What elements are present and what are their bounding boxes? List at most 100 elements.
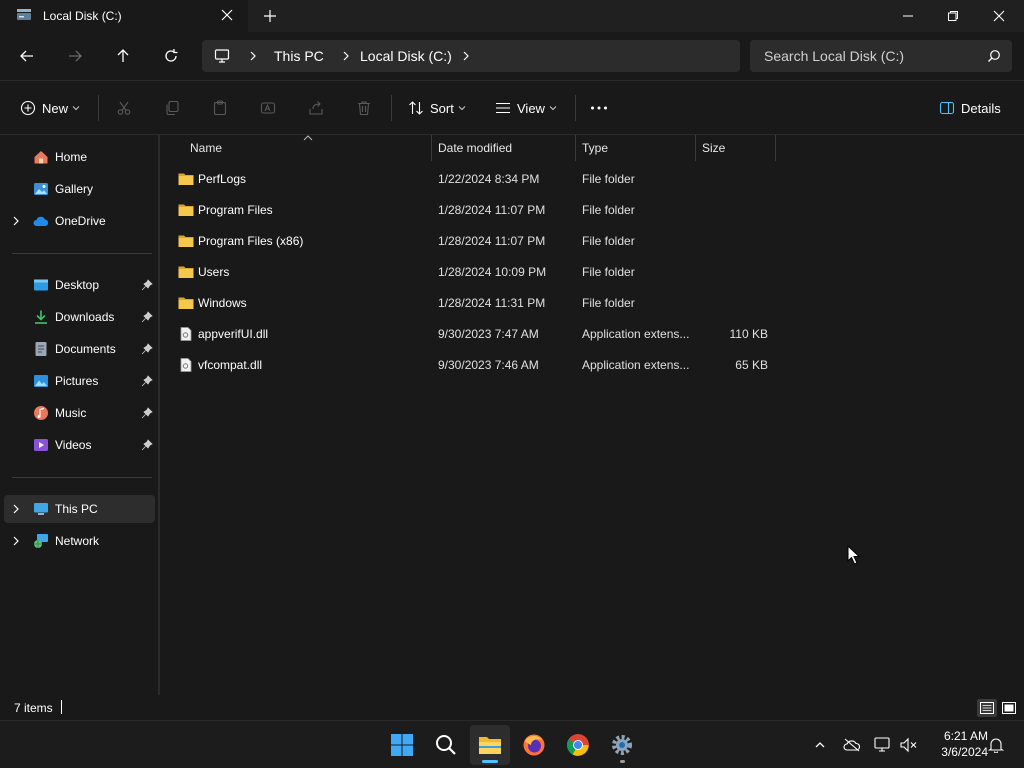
file-date-modified: 9/30/2023 7:47 AM bbox=[438, 327, 539, 341]
chevron-up-icon bbox=[815, 742, 825, 748]
pin-icon[interactable] bbox=[141, 407, 153, 419]
column-header-date[interactable]: Date modified bbox=[432, 135, 576, 161]
new-tab-icon[interactable] bbox=[262, 8, 278, 24]
file-date-modified: 1/28/2024 11:07 PM bbox=[438, 234, 546, 248]
details-view-toggle[interactable] bbox=[977, 699, 997, 717]
navigation-pane[interactable]: Home Gallery OneDrive Desktop Downloads … bbox=[0, 135, 158, 695]
search-box[interactable] bbox=[750, 40, 1012, 72]
minimize-button[interactable] bbox=[885, 0, 931, 32]
breadcrumb-this-pc[interactable]: This PC bbox=[274, 48, 324, 64]
onedrive-tray-button[interactable] bbox=[842, 735, 862, 755]
back-button[interactable] bbox=[15, 44, 39, 68]
file-date-modified: 1/28/2024 10:09 PM bbox=[438, 265, 547, 279]
rename-button[interactable] bbox=[260, 98, 276, 118]
search-input[interactable] bbox=[750, 40, 980, 72]
details-view-icon bbox=[980, 702, 994, 714]
column-header-type[interactable]: Type bbox=[576, 135, 696, 161]
sidebar-item-network[interactable]: Network bbox=[4, 527, 155, 555]
chevron-right-icon[interactable] bbox=[11, 504, 21, 514]
delete-button[interactable] bbox=[356, 98, 372, 118]
forward-button[interactable] bbox=[63, 44, 87, 68]
sidebar-item-home[interactable]: Home bbox=[4, 143, 155, 171]
sidebar-item-onedrive[interactable]: OneDrive bbox=[4, 207, 155, 235]
sidebar-item-desktop[interactable]: Desktop bbox=[4, 271, 155, 299]
copy-button[interactable] bbox=[164, 98, 180, 118]
chevron-down-icon bbox=[72, 106, 80, 111]
details-pane-button[interactable]: Details bbox=[939, 98, 1001, 118]
taskbar-clock[interactable]: 6:21 AM 3/6/2024 bbox=[926, 728, 988, 760]
active-app-indicator bbox=[482, 760, 498, 763]
table-row[interactable]: PerfLogs 1/22/2024 8:34 PM File folder bbox=[170, 164, 780, 195]
sidebar-item-downloads[interactable]: Downloads bbox=[4, 303, 155, 331]
search-taskbar-button[interactable] bbox=[426, 725, 466, 765]
table-row[interactable]: vfcompat.dll 9/30/2023 7:46 AM Application… bbox=[170, 350, 780, 381]
column-resize-handle[interactable] bbox=[775, 135, 776, 161]
chevron-right-icon[interactable] bbox=[460, 50, 472, 62]
chrome-taskbar-button[interactable] bbox=[558, 725, 598, 765]
arrow-left-icon bbox=[20, 50, 33, 62]
refresh-button[interactable] bbox=[159, 44, 183, 68]
monitor-icon bbox=[214, 49, 230, 63]
table-row[interactable]: Program Files 1/28/2024 11:07 PM File fold… bbox=[170, 195, 780, 226]
details-pane-icon bbox=[939, 101, 955, 115]
settings-taskbar-button[interactable] bbox=[602, 725, 642, 765]
chevron-right-icon[interactable] bbox=[247, 50, 259, 62]
pin-icon[interactable] bbox=[141, 279, 153, 291]
file-explorer-taskbar-button[interactable] bbox=[470, 725, 510, 765]
sidebar-item-documents[interactable]: Documents bbox=[4, 335, 155, 363]
show-hidden-icons-button[interactable] bbox=[810, 735, 830, 755]
start-button[interactable] bbox=[382, 725, 422, 765]
close-tab-icon[interactable] bbox=[219, 7, 235, 23]
firefox-taskbar-button[interactable] bbox=[514, 725, 554, 765]
sidebar-item-label: Documents bbox=[55, 342, 116, 356]
breadcrumb-local-disk[interactable]: Local Disk (C:) bbox=[360, 48, 452, 64]
sidebar-item-label: Network bbox=[55, 534, 100, 548]
chrome-icon bbox=[567, 734, 589, 756]
network-icon bbox=[34, 534, 48, 548]
tab-local-disk[interactable]: Local Disk (C:) bbox=[0, 0, 248, 32]
sort-button[interactable]: Sort bbox=[408, 98, 466, 118]
restore-button[interactable] bbox=[930, 0, 976, 32]
pane-splitter[interactable] bbox=[158, 135, 160, 695]
volume-tray-button[interactable] bbox=[899, 735, 919, 755]
pin-icon[interactable] bbox=[141, 311, 153, 323]
sidebar-item-pictures[interactable]: Pictures bbox=[4, 367, 155, 395]
plus-circle-icon bbox=[20, 100, 36, 116]
cut-button[interactable] bbox=[116, 98, 132, 118]
sidebar-item-label: Home bbox=[55, 150, 88, 164]
file-type: Application extens... bbox=[582, 358, 690, 372]
sidebar-item-gallery[interactable]: Gallery bbox=[4, 175, 155, 203]
pin-icon[interactable] bbox=[141, 439, 153, 451]
chevron-right-icon[interactable] bbox=[11, 536, 21, 546]
see-more-button[interactable] bbox=[590, 98, 608, 118]
sidebar-item-this-pc[interactable]: This PC bbox=[4, 495, 155, 523]
network-tray-button[interactable] bbox=[873, 735, 893, 755]
file-name: Program Files (x86) bbox=[198, 234, 304, 248]
large-icons-view-toggle[interactable] bbox=[999, 699, 1019, 717]
pin-icon[interactable] bbox=[141, 343, 153, 355]
chevron-right-icon[interactable] bbox=[11, 216, 21, 226]
notifications-button[interactable] bbox=[986, 735, 1006, 755]
up-button[interactable] bbox=[111, 44, 135, 68]
sidebar-item-music[interactable]: Music bbox=[4, 399, 155, 427]
table-row[interactable]: Windows 1/28/2024 11:31 PM File folder bbox=[170, 288, 780, 319]
paste-button[interactable] bbox=[212, 98, 228, 118]
sidebar-item-videos[interactable]: Videos bbox=[4, 431, 155, 459]
chevron-right-icon[interactable] bbox=[340, 50, 352, 62]
search-icon[interactable] bbox=[987, 49, 1001, 63]
table-row[interactable]: Users 1/28/2024 10:09 PM File folder bbox=[170, 257, 780, 288]
table-row[interactable]: appverifUI.dll 9/30/2023 7:47 AM Applicati… bbox=[170, 319, 780, 350]
table-row[interactable]: Program Files (x86) 1/28/2024 11:07 PM Fil… bbox=[170, 226, 780, 257]
file-explorer-icon bbox=[479, 737, 501, 754]
share-button[interactable] bbox=[308, 98, 324, 118]
view-button[interactable]: View bbox=[495, 98, 557, 118]
network-status-icon bbox=[874, 737, 890, 752]
file-type: File folder bbox=[582, 203, 635, 217]
new-button[interactable]: New bbox=[20, 98, 80, 118]
onedrive-icon bbox=[33, 216, 49, 226]
column-header-name[interactable]: Name bbox=[160, 135, 432, 161]
close-window-button[interactable] bbox=[976, 0, 1022, 32]
address-bar[interactable]: This PC Local Disk (C:) bbox=[202, 40, 740, 72]
column-header-size[interactable]: Size bbox=[696, 135, 776, 161]
pin-icon[interactable] bbox=[141, 375, 153, 387]
